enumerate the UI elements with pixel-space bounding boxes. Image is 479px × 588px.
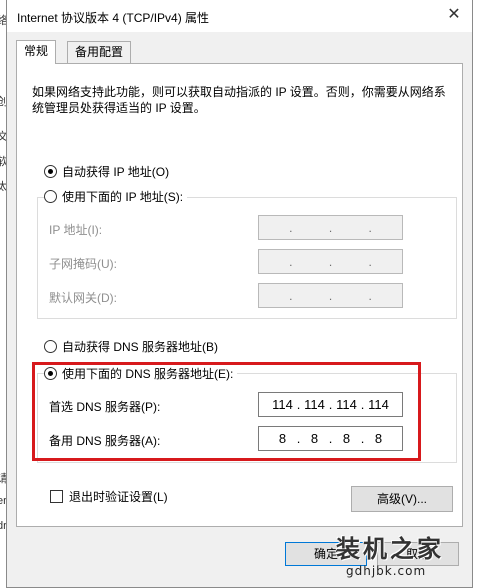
checkbox-indicator[interactable] bbox=[50, 490, 63, 503]
alternate-dns-label: 备用 DNS 服务器(A): bbox=[49, 434, 161, 448]
radio-auto-ip[interactable]: 自动获得 IP 地址(O) bbox=[44, 163, 169, 180]
advanced-button[interactable]: 高级(V)... bbox=[351, 486, 453, 512]
validate-on-exit-checkbox[interactable]: 退出时验证设置(L) bbox=[50, 488, 168, 505]
ip-dot: . bbox=[289, 288, 293, 303]
ip-address-label: IP 地址(I): bbox=[49, 223, 103, 237]
tab-alternate-configuration[interactable]: 备用配置 bbox=[67, 41, 132, 63]
radio-indicator[interactable] bbox=[44, 165, 57, 178]
watermark-logo-text: 装机之家 bbox=[336, 534, 444, 563]
preferred-dns-input[interactable]: 114 . 114 . 114 . 114 bbox=[258, 392, 403, 417]
title-bar[interactable]: Internet 协议版本 4 (TCP/IPv4) 属性 ✕ bbox=[7, 0, 472, 32]
ip-dot: . bbox=[328, 288, 333, 303]
ip-octet[interactable]: 114 bbox=[272, 397, 294, 412]
ip-address-input: . . . bbox=[258, 215, 403, 240]
tab-general[interactable]: 常规 bbox=[16, 40, 57, 64]
ip-dot: . bbox=[296, 397, 301, 412]
description-text: 如果网络支持此功能，则可以获取自动指派的 IP 设置。否则，你需要从网络系统管理… bbox=[32, 85, 446, 115]
subnet-mask-label: 子网掩码(U): bbox=[49, 257, 117, 271]
ip-dot: . bbox=[289, 220, 293, 235]
radio-auto-dns-label: 自动获得 DNS 服务器地址(B) bbox=[62, 340, 219, 354]
ip-octet[interactable]: 8 bbox=[272, 431, 294, 446]
radio-auto-ip-label: 自动获得 IP 地址(O) bbox=[62, 165, 170, 179]
close-icon[interactable]: ✕ bbox=[436, 0, 472, 32]
ip-octet[interactable]: 114 bbox=[368, 397, 390, 412]
ip-dot: . bbox=[368, 288, 372, 303]
ip-dot: . bbox=[296, 431, 301, 446]
ip-dot: . bbox=[328, 254, 333, 269]
default-gateway-input: . . . bbox=[258, 283, 403, 308]
ip-dot: . bbox=[368, 254, 372, 269]
radio-indicator[interactable] bbox=[44, 340, 57, 353]
ip-octet[interactable]: 114 bbox=[304, 397, 326, 412]
ip-dot: . bbox=[328, 220, 333, 235]
ip-dot: . bbox=[328, 431, 333, 446]
ip-dot: . bbox=[289, 254, 293, 269]
radio-manual-dns-label: 使用下面的 DNS 服务器地址(E): bbox=[62, 367, 234, 381]
subnet-mask-input: . . . bbox=[258, 249, 403, 274]
radio-indicator[interactable] bbox=[44, 367, 57, 380]
window-title: Internet 协议版本 4 (TCP/IPv4) 属性 bbox=[17, 11, 210, 25]
ip-dot: . bbox=[360, 397, 365, 412]
general-tab-panel: 如果网络支持此功能，则可以获取自动指派的 IP 设置。否则，你需要从网络系统管理… bbox=[16, 63, 463, 527]
ip-octet[interactable]: 8 bbox=[336, 431, 358, 446]
ip-octet[interactable]: 8 bbox=[304, 431, 326, 446]
default-gateway-label: 默认网关(D): bbox=[49, 291, 117, 305]
validate-on-exit-label: 退出时验证设置(L) bbox=[69, 490, 168, 504]
ip-dot: . bbox=[328, 397, 333, 412]
alternate-dns-input[interactable]: 8 . 8 . 8 . 8 bbox=[258, 426, 403, 451]
radio-indicator[interactable] bbox=[44, 190, 57, 203]
radio-manual-ip-label: 使用下面的 IP 地址(S): bbox=[62, 190, 184, 204]
radio-auto-dns[interactable]: 自动获得 DNS 服务器地址(B) bbox=[44, 338, 218, 355]
ip-octet[interactable]: 114 bbox=[336, 397, 358, 412]
ip-octet[interactable]: 8 bbox=[368, 431, 390, 446]
ip-dot: . bbox=[360, 431, 365, 446]
radio-manual-dns[interactable]: 使用下面的 DNS 服务器地址(E): bbox=[44, 365, 238, 382]
site-watermark: 装机之家 gdhjbk.com bbox=[336, 534, 476, 586]
watermark-url: gdhjbk.com bbox=[346, 564, 427, 578]
tcpipv4-properties-dialog: Internet 协议版本 4 (TCP/IPv4) 属性 ✕ 常规 备用配置 … bbox=[6, 0, 473, 588]
preferred-dns-label: 首选 DNS 服务器(P): bbox=[49, 400, 161, 414]
radio-manual-ip[interactable]: 使用下面的 IP 地址(S): bbox=[44, 188, 188, 205]
ip-dot: . bbox=[368, 220, 372, 235]
